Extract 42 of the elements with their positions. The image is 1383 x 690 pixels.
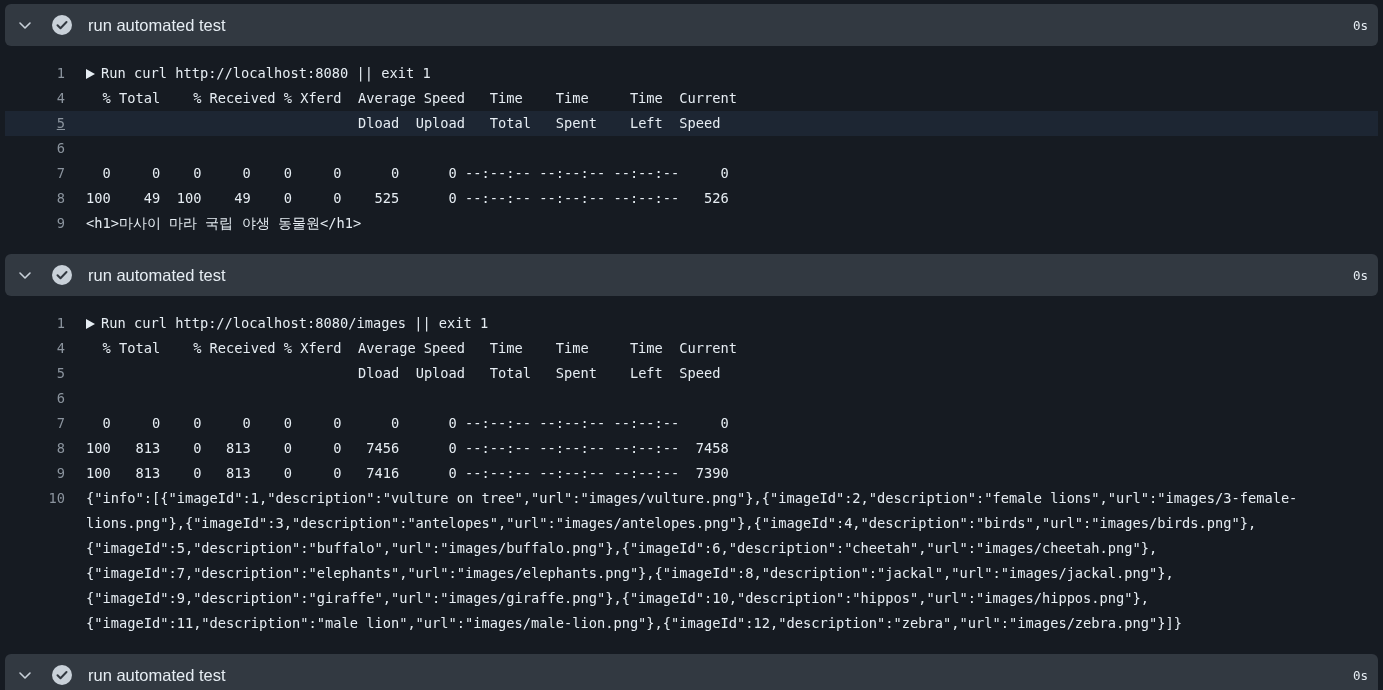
step-duration: 0s xyxy=(1352,267,1368,283)
step-duration: 0s xyxy=(1352,667,1368,683)
line-number[interactable]: 4 xyxy=(5,86,86,111)
step-title: run automated test xyxy=(88,15,227,35)
step-header[interactable]: run automated test 0s xyxy=(5,654,1378,690)
line-number[interactable]: 1 xyxy=(5,61,86,86)
log-text: % Total % Received % Xferd Average Speed Time Time Time Current xyxy=(101,339,737,358)
line-number[interactable]: 10 xyxy=(5,486,86,511)
line-number[interactable]: 4 xyxy=(5,336,86,361)
log-text: 0 0 0 0 0 0 0 0 --:--:-- --:--:-- --:--:-- 0 xyxy=(101,414,729,433)
step-header[interactable]: run automated test 0s xyxy=(5,254,1378,296)
log-text: <h1>마사이 마라 국립 야생 동물원</h1> xyxy=(86,214,362,233)
group-command-text: Run curl http://localhost:8080 || exit 1 xyxy=(101,64,431,84)
line-number[interactable]: 6 xyxy=(5,386,86,411)
line-number[interactable]: 1 xyxy=(5,311,86,336)
log-text: 100 813 0 813 0 0 7456 0 --:--:-- --:--:-- --:--:-- 7458 xyxy=(86,439,729,458)
line-number[interactable]: 7 xyxy=(5,161,86,186)
line-number[interactable]: 5 xyxy=(5,111,86,136)
log-text: 100 813 0 813 0 0 7416 0 --:--:-- --:--:-- --:--:-- 7390 xyxy=(86,464,729,483)
step-header[interactable]: run automated test 0s xyxy=(5,4,1378,46)
log-text: Dload Upload Total Spent Left Speed xyxy=(356,114,721,133)
group-command-text: Run curl http://localhost:8080/images || exit 1 xyxy=(101,314,489,334)
check-circle-icon xyxy=(51,264,73,286)
line-number[interactable]: 6 xyxy=(5,136,86,161)
check-circle-icon xyxy=(51,14,73,36)
step-duration: 0s xyxy=(1352,17,1368,33)
log-text: 0 0 0 0 0 0 0 0 --:--:-- --:--:-- --:--:-- 0 xyxy=(101,164,729,183)
log-text: {"info":[{"imageId":1,"description":"vulture on tree","url":"images/vulture.png"},{"imageId":2,"description":"female lions","url":"images/3-female-lions.png"},{"imageId":3,"description":"antelopes","url":"images/antelopes.png"},{"imageId":4,"description":"birds","url":"images/birds.png"},{"imageId":5,"description":"buffalo","url":"images/buffalo.png"},{"imageId":6,"description":"cheetah","url":"images/cheetah.png"},{"imageId":7,"description":"elephants","url":"images/elephants.png"},{"imageId":8,"description":"jackal","url":"images/jackal.png"},{"imageId":9,"description":"giraffe","url":"images/giraffe.png"},{"imageId":10,"description":"hippos","url":"images/hippos.png"},{"imageId":11,"description":"male lion","url":"images/male-lion.png"},{"imageId":12,"description":"zebra","url":"images/zebra.png"}]} xyxy=(86,489,1299,633)
line-number[interactable]: 8 xyxy=(5,186,86,211)
check-circle-icon xyxy=(51,664,73,686)
log-text: Dload Upload Total Spent Left Speed xyxy=(356,364,721,383)
line-number[interactable]: 9 xyxy=(5,211,86,236)
step-title: run automated test xyxy=(88,265,227,285)
log-text: 100 49 100 49 0 0 525 0 --:--:-- --:--:-- --:--:-- 526 xyxy=(86,189,729,208)
line-number[interactable]: 7 xyxy=(5,411,86,436)
step-title: run automated test xyxy=(88,665,227,685)
expand-triangle-icon[interactable] xyxy=(86,68,95,79)
line-number[interactable]: 5 xyxy=(5,361,86,386)
line-number[interactable]: 8 xyxy=(5,436,86,461)
log-text: % Total % Received % Xferd Average Speed Time Time Time Current xyxy=(101,89,737,108)
expand-triangle-icon[interactable] xyxy=(86,318,95,329)
line-number[interactable]: 9 xyxy=(5,461,86,486)
